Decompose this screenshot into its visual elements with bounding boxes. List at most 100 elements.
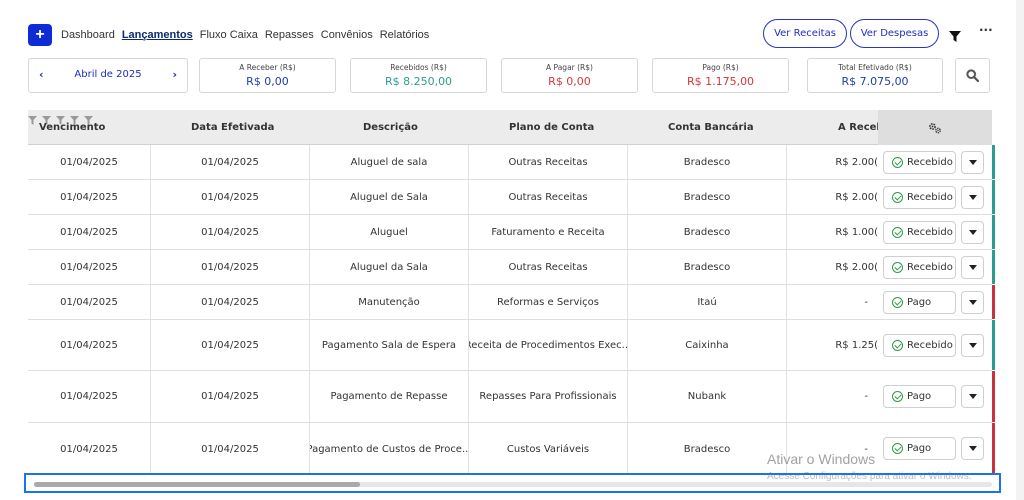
summary-recebidos: Recebidos (R$) R$ 8.250,00 (350, 58, 487, 93)
nav-convenios[interactable]: Convênios (321, 29, 373, 41)
more-options-icon[interactable]: ··· (979, 23, 993, 37)
cell-plano-de-conta: Outras Receitas (469, 250, 628, 284)
nav-links: Dashboard Lançamentos Fluxo Caixa Repass… (61, 29, 429, 41)
table-row[interactable]: 01/04/2025 01/04/2025 Pagamento de Repas… (28, 371, 995, 423)
horizontal-scrollbar-thumb[interactable] (34, 482, 360, 487)
month-label[interactable]: Abril de 2025 (29, 69, 187, 80)
ver-receitas-button[interactable]: Ver Receitas (763, 19, 847, 48)
search-icon (966, 69, 979, 82)
status-button[interactable]: Recebido (883, 334, 956, 357)
check-circle-icon (892, 340, 903, 351)
cell-descricao: Pagamento Sala de Espera (310, 320, 469, 370)
table-row[interactable]: 01/04/2025 01/04/2025 Aluguel Faturament… (28, 215, 995, 250)
cell-descricao: Aluguel de sala (310, 145, 469, 179)
summary-value: R$ 8.250,00 (384, 75, 453, 88)
cell-data-efetivada: 01/04/2025 (151, 145, 310, 179)
cell-plano-de-conta: Outras Receitas (469, 145, 628, 179)
ver-despesas-button[interactable]: Ver Despesas (850, 19, 939, 48)
status-cell: Recebido (878, 215, 995, 249)
status-label: Recebido (907, 262, 953, 273)
cell-data-efetivada: 01/04/2025 (151, 320, 310, 370)
status-button[interactable]: Pago (883, 385, 956, 408)
status-stripe (992, 371, 995, 422)
add-button[interactable]: + (28, 24, 52, 46)
row-actions-dropdown[interactable] (961, 221, 984, 244)
header-label: Conta Bancária (668, 122, 754, 133)
cell-plano-de-conta: Reformas e Serviços (469, 285, 628, 319)
nav-repasses[interactable]: Repasses (265, 29, 314, 41)
nav-relatorios[interactable]: Relatórios (380, 29, 430, 41)
summary-value: R$ 7.075,00 (841, 75, 909, 88)
nav-lancamentos[interactable]: Lançamentos (122, 29, 193, 41)
nav-dashboard[interactable]: Dashboard (61, 29, 115, 41)
status-button[interactable]: Recebido (883, 256, 956, 279)
col-plano-de-conta[interactable]: Plano de Conta (509, 110, 594, 145)
column-settings-button[interactable] (878, 110, 992, 145)
windows-watermark-title: Ativar o Windows (767, 451, 876, 467)
summary-label: A Receber (R$) (239, 63, 296, 72)
row-actions-dropdown[interactable] (961, 256, 984, 279)
row-actions-dropdown[interactable] (961, 151, 984, 174)
cell-a-receber: R$ 2.00( (835, 191, 878, 203)
row-actions-dropdown[interactable] (961, 437, 984, 460)
status-label: Pago (907, 297, 932, 308)
check-circle-icon (892, 297, 903, 308)
summary-value: R$ 0,00 (246, 75, 289, 88)
table-row[interactable]: 01/04/2025 01/04/2025 Aluguel de Sala Ou… (28, 180, 995, 215)
cell-conta-bancaria: Nubank (628, 371, 787, 422)
cell-descricao: Pagamento de Custos de Proce... (310, 423, 469, 475)
cell-vencimento: 01/04/2025 (28, 145, 151, 179)
row-actions-dropdown[interactable] (961, 186, 984, 209)
search-button[interactable] (955, 58, 990, 93)
row-actions-dropdown[interactable] (961, 291, 984, 314)
cell-data-efetivada: 01/04/2025 (151, 250, 310, 284)
cell-vencimento: 01/04/2025 (28, 371, 151, 422)
next-month-icon[interactable]: › (172, 68, 177, 81)
cell-conta-bancaria: Bradesco (628, 423, 787, 475)
filter-icon[interactable] (28, 116, 37, 125)
check-circle-icon (892, 192, 903, 203)
status-label: Recebido (907, 192, 953, 203)
status-cell: Pago (878, 285, 995, 319)
status-label: Recebido (907, 227, 953, 238)
status-stripe (992, 180, 995, 214)
status-stripe (992, 320, 995, 370)
cell-descricao: Aluguel da Sala (310, 250, 469, 284)
status-button[interactable]: Pago (883, 291, 956, 314)
summary-label: Pago (R$) (702, 63, 739, 72)
month-selector: ‹ Abril de 2025 › (28, 58, 188, 93)
filter-icon[interactable] (949, 27, 961, 46)
summary-a-pagar: A Pagar (R$) R$ 0,00 (501, 58, 638, 93)
cell-a-receber: - (864, 296, 868, 308)
col-conta-bancaria[interactable]: Conta Bancária (668, 110, 754, 145)
cell-a-receber: R$ 1.00( (835, 226, 878, 238)
status-button[interactable]: Recebido (883, 221, 956, 244)
status-stripe (992, 285, 995, 319)
status-button[interactable]: Pago (883, 437, 956, 460)
status-cell: Pago (878, 371, 995, 422)
col-a-receber[interactable]: A Receb (838, 110, 878, 145)
cell-data-efetivada: 01/04/2025 (151, 423, 310, 475)
col-vencimento[interactable]: Vencimento (39, 110, 105, 145)
cell-data-efetivada: 01/04/2025 (151, 371, 310, 422)
nav-fluxo-caixa[interactable]: Fluxo Caixa (200, 29, 258, 41)
row-actions-dropdown[interactable] (961, 334, 984, 357)
status-label: Pago (907, 391, 932, 402)
table-row[interactable]: 01/04/2025 01/04/2025 Manutenção Reforma… (28, 285, 995, 320)
row-actions-dropdown[interactable] (961, 385, 984, 408)
status-cell: Recebido (878, 180, 995, 214)
cell-conta-bancaria: Bradesco (628, 145, 787, 179)
cell-descricao: Aluguel de Sala (310, 180, 469, 214)
table-row[interactable]: 01/04/2025 01/04/2025 Pagamento Sala de … (28, 320, 995, 371)
status-label: Recebido (907, 340, 953, 351)
table-row[interactable]: 01/04/2025 01/04/2025 Pagamento de Custo… (28, 423, 995, 475)
table-row[interactable]: 01/04/2025 01/04/2025 Aluguel de sala Ou… (28, 145, 995, 180)
cell-data-efetivada: 01/04/2025 (151, 180, 310, 214)
status-button[interactable]: Recebido (883, 186, 956, 209)
col-data-efetivada[interactable]: Data Efetivada (191, 110, 274, 145)
summary-value: R$ 1.175,00 (686, 75, 755, 88)
table-row[interactable]: 01/04/2025 01/04/2025 Aluguel da Sala Ou… (28, 250, 995, 285)
table-header: Vencimento Data Efetivada Descrição Plan… (28, 110, 992, 145)
status-button[interactable]: Recebido (883, 151, 956, 174)
col-descricao[interactable]: Descrição (363, 110, 418, 145)
